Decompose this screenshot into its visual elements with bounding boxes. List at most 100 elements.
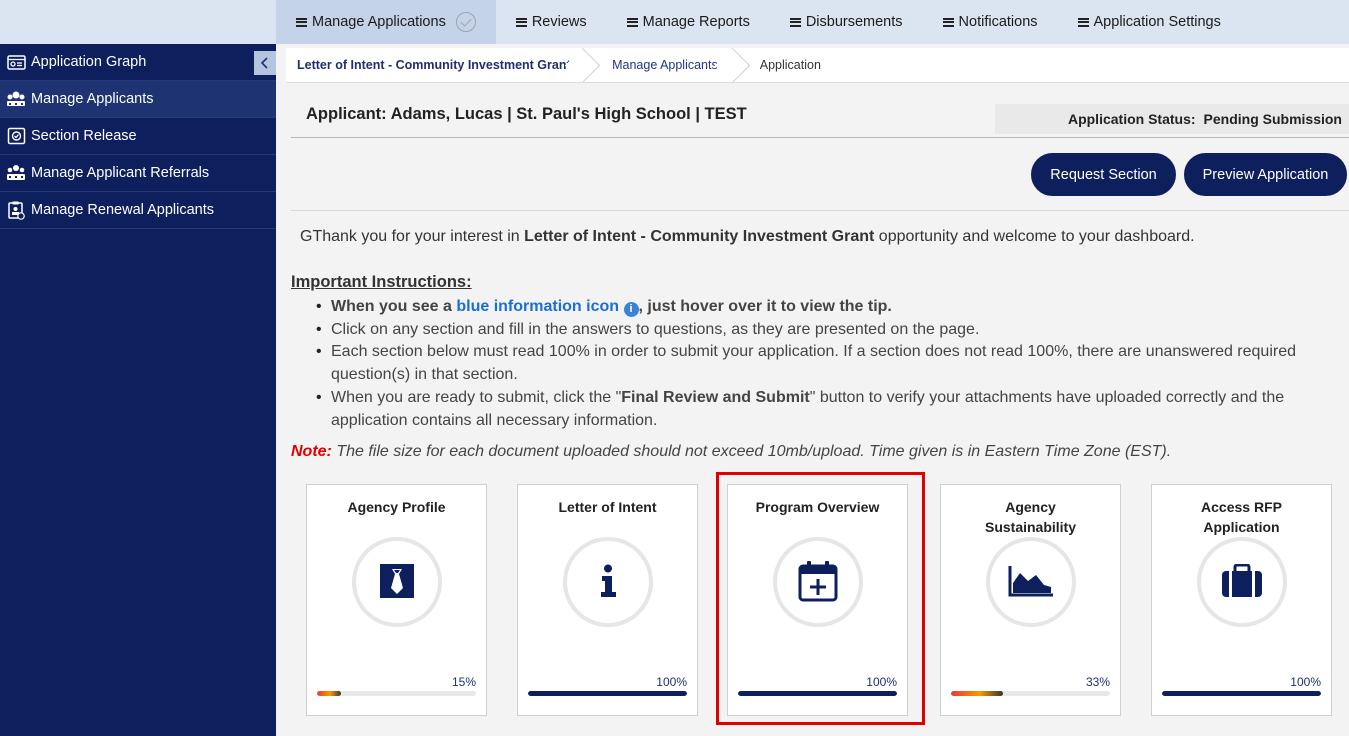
progress-fill: [738, 691, 897, 696]
card-icon-circle: [563, 537, 653, 627]
progress-bar: [317, 691, 476, 696]
progress-fill: [317, 691, 341, 696]
menu-icon: [1077, 17, 1089, 27]
referral-icon: [6, 164, 26, 182]
preview-application-button[interactable]: Preview Application: [1184, 153, 1347, 196]
top-left-corner: [0, 0, 276, 44]
menu-icon: [515, 17, 527, 27]
note-text: Note: The file size for each document up…: [291, 443, 1171, 461]
progress-bar: [738, 691, 897, 696]
progress-fill: [528, 691, 687, 696]
sidebar: Application Graph Manage Applicants Sect…: [0, 44, 276, 736]
card-title: Access RFP Application: [1201, 499, 1282, 535]
progress-bar: [951, 691, 1110, 696]
sidebar-item-manage-applicants[interactable]: Manage Applicants: [0, 81, 276, 118]
breadcrumb-grant-link[interactable]: Letter of Intent - Community Investment …: [286, 48, 588, 83]
card-title: Program Overview: [755, 499, 880, 515]
info-icon: [598, 564, 618, 601]
nav-label: Reviews: [531, 14, 587, 30]
sidebar-item-manage-applicant-referrals[interactable]: Manage Applicant Referrals: [0, 155, 276, 192]
instruction-text: , just hover over it to view the tip.: [638, 298, 892, 315]
users-icon: [6, 90, 26, 108]
nav-reviews[interactable]: Reviews: [496, 0, 607, 44]
instruction-item: Click on any section and fill in the ans…: [316, 319, 1341, 342]
sidebar-item-label: Manage Applicant Referrals: [31, 165, 210, 181]
instruction-bold: Final Review and Submit: [621, 388, 810, 406]
breadcrumb-label: Application: [759, 58, 821, 72]
menu-icon: [626, 17, 638, 27]
card-percent: 100%: [866, 675, 897, 689]
instruction-text: When you see a: [331, 298, 457, 315]
tie-icon: [380, 563, 414, 601]
calendar-plus-icon: [798, 560, 838, 605]
card-percent: 15%: [451, 675, 476, 689]
nav-manage-applications[interactable]: Manage Applications: [276, 0, 496, 44]
breadcrumb-label: Manage Applicants: [612, 58, 718, 72]
applicant-title: Applicant: Adams, Lucas | St. Paul's Hig…: [306, 105, 747, 123]
nav-manage-reports[interactable]: Manage Reports: [607, 0, 770, 44]
nav-application-settings[interactable]: Application Settings: [1058, 0, 1241, 44]
info-icon[interactable]: i: [623, 302, 639, 317]
top-navigation-bar: Manage Applications Reviews Manage Repor…: [0, 0, 1349, 44]
breadcrumb-label: Letter of Intent - Community Investment …: [297, 58, 575, 72]
progress-fill: [1162, 691, 1321, 696]
request-section-button[interactable]: Request Section: [1031, 153, 1176, 196]
status-value: Pending Submission: [1203, 111, 1342, 127]
card-title: Letter of Intent: [558, 499, 657, 515]
card-percent: 100%: [1290, 675, 1321, 689]
card-percent: 33%: [1085, 675, 1110, 689]
status-label: Application Status:: [1067, 111, 1196, 127]
nav-disbursements[interactable]: Disbursements: [770, 0, 923, 44]
menu-icon: [789, 17, 801, 27]
instruction-item: When you are ready to submit, click the …: [316, 387, 1341, 432]
instruction-item: When you see a blue information icon i, …: [316, 296, 1341, 319]
card-icon-circle: [773, 537, 863, 627]
progress-fill: [951, 691, 1004, 696]
menu-icon: [296, 17, 307, 27]
nav-notifications[interactable]: Notifications: [923, 0, 1058, 44]
divider: [291, 210, 1349, 211]
section-card-agency-profile[interactable]: Agency Profile 15%: [306, 484, 487, 716]
menu-icon: [942, 17, 954, 27]
sidebar-item-label: Manage Applicants: [31, 91, 154, 107]
note-body: The file size for each document uploaded…: [331, 443, 1172, 460]
section-card-agency-sustainability[interactable]: Agency Sustainability 33%: [940, 484, 1121, 716]
welcome-grant-name: Letter of Intent - Community Investment …: [524, 228, 875, 245]
instructions-list: When you see a blue information icon i, …: [316, 296, 1341, 432]
briefcase-icon: [1221, 563, 1263, 601]
nav-label: Notifications: [958, 14, 1038, 30]
application-status: Application Status: Pending Submission: [995, 104, 1349, 134]
section-card-access-rfp-application[interactable]: Access RFP Application 100%: [1151, 484, 1332, 716]
breadcrumb-manage-applicants-link[interactable]: Manage Applicants: [588, 48, 738, 83]
card-title: Agency Profile: [347, 499, 446, 515]
divider: [291, 137, 1349, 138]
welcome-pre: GThank you for your interest in: [300, 228, 525, 245]
welcome-text: GThank you for your interest in Letter o…: [300, 228, 1195, 246]
card-icon-circle: [986, 537, 1076, 627]
breadcrumb: Letter of Intent - Community Investment …: [286, 48, 1349, 83]
card-icon-circle: [1197, 537, 1287, 627]
release-icon: [6, 127, 26, 145]
sidebar-item-application-graph[interactable]: Application Graph: [0, 44, 276, 81]
collapse-sidebar-button[interactable]: [254, 51, 276, 75]
progress-bar: [528, 691, 687, 696]
sidebar-item-label: Manage Renewal Applicants: [31, 202, 214, 218]
graph-icon: [6, 53, 26, 71]
note-label: Note:: [291, 443, 332, 460]
sidebar-item-label: Section Release: [31, 128, 137, 144]
top-nav-menu: Manage Applications Reviews Manage Repor…: [276, 0, 1241, 44]
instruction-item: Each section below must read 100% in ord…: [316, 341, 1341, 386]
nav-label: Manage Applications: [312, 14, 446, 30]
breadcrumb-current: Application: [738, 48, 833, 83]
instruction-highlight: blue information icon: [456, 298, 620, 315]
section-card-letter-of-intent[interactable]: Letter of Intent 100%: [517, 484, 698, 716]
nav-label: Disbursements: [805, 14, 903, 30]
sidebar-item-label: Application Graph: [31, 54, 147, 70]
card-percent: 100%: [656, 675, 687, 689]
section-card-program-overview[interactable]: Program Overview 100%: [727, 484, 908, 716]
sidebar-item-section-release[interactable]: Section Release: [0, 118, 276, 155]
nav-label: Manage Reports: [642, 14, 750, 30]
nav-label: Application Settings: [1093, 14, 1221, 30]
card-icon-circle: [352, 537, 442, 627]
sidebar-item-manage-renewal-applicants[interactable]: Manage Renewal Applicants: [0, 192, 276, 229]
